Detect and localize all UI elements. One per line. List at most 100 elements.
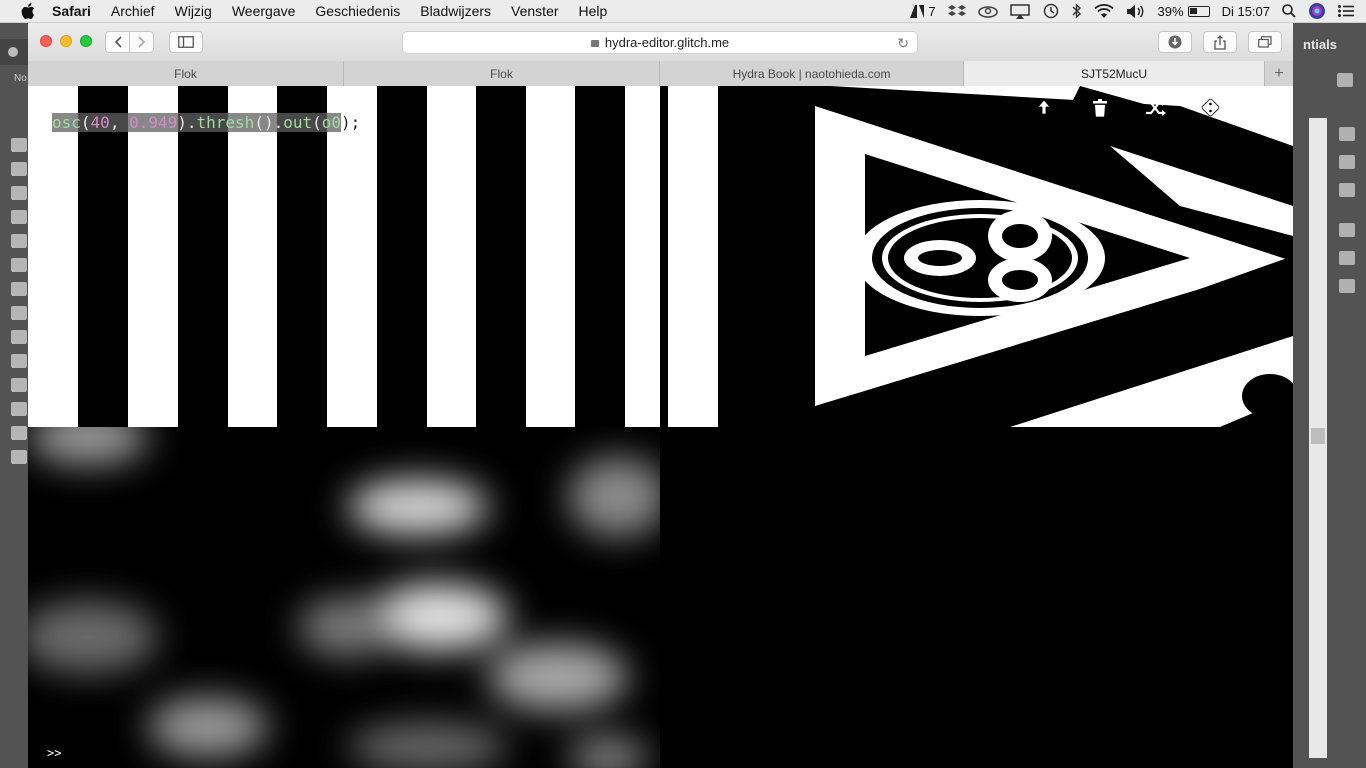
code-token: ); xyxy=(341,113,361,132)
magic-wand-tool-icon[interactable] xyxy=(11,162,27,176)
background-app-close-icon xyxy=(8,47,18,57)
blend-tool-icon[interactable] xyxy=(11,402,27,416)
line-tool-icon[interactable] xyxy=(11,210,27,224)
menu-wijzig[interactable]: Wijzig xyxy=(175,3,212,19)
volume-icon[interactable] xyxy=(1126,4,1146,19)
siri-icon[interactable] xyxy=(1308,2,1326,20)
menu-weergave[interactable]: Weergave xyxy=(232,3,296,19)
brushes-panel-icon[interactable] xyxy=(1339,155,1355,169)
warp-tool-icon[interactable] xyxy=(11,306,27,320)
tab-bar: Flok Flok Hydra Book | naotohieda.com SJ… xyxy=(28,61,1293,87)
menu-geschiedenis[interactable]: Geschiedenis xyxy=(315,3,400,19)
upload-icon[interactable] xyxy=(1033,98,1055,120)
new-tab-button[interactable]: + xyxy=(1265,61,1293,86)
fullscreen-window-button[interactable] xyxy=(80,35,92,47)
symbols-panel-icon[interactable] xyxy=(1339,183,1355,197)
time-machine-icon[interactable] xyxy=(1042,3,1060,19)
battery-status[interactable]: 39% xyxy=(1158,4,1210,19)
graph-tool-icon[interactable] xyxy=(11,354,27,368)
background-app-control-bar xyxy=(0,39,30,65)
output-o1-pattern xyxy=(660,86,1293,427)
code-token: , xyxy=(109,113,130,132)
downloads-button[interactable] xyxy=(1158,31,1192,53)
menu-safari[interactable]: Safari xyxy=(52,3,91,19)
menu-archief[interactable]: Archief xyxy=(111,3,155,19)
gradient-panel-icon[interactable] xyxy=(1339,251,1355,265)
apple-menu-icon[interactable] xyxy=(18,0,38,22)
menu-venster[interactable]: Venster xyxy=(511,3,558,19)
address-bar[interactable]: hydra-editor.glitch.me ↻ xyxy=(402,31,918,54)
clock[interactable]: Di 15:07 xyxy=(1222,4,1270,19)
hydra-canvas[interactable]: osc(40, 0.949).thresh().out(o0); >> xyxy=(28,86,1293,768)
hand-tool-icon[interactable] xyxy=(11,450,27,464)
background-app-toolbar: No xyxy=(0,23,30,768)
back-button[interactable] xyxy=(105,31,130,53)
airplay-icon[interactable] xyxy=(1009,3,1030,19)
brush-tool-icon[interactable] xyxy=(11,234,27,248)
reload-icon[interactable]: ↻ xyxy=(897,35,909,52)
sidebar-icon xyxy=(178,36,194,48)
eyedropper-tool-icon[interactable] xyxy=(11,378,27,392)
panel-menu-icon[interactable] xyxy=(1337,73,1353,87)
code-token: ( xyxy=(80,113,91,132)
code-token: 40 xyxy=(90,113,110,132)
console-prompt[interactable]: >> xyxy=(47,746,61,760)
code-token: osc xyxy=(52,113,81,132)
tab-flok-2[interactable]: Flok xyxy=(344,61,660,86)
chevron-right-icon xyxy=(137,36,145,48)
output-o3-empty xyxy=(660,427,1293,768)
output-o0-stripes xyxy=(28,86,660,427)
show-all-tabs-button[interactable] xyxy=(1248,31,1282,53)
background-app-tools xyxy=(0,128,27,464)
bluetooth-icon[interactable] xyxy=(1072,3,1082,19)
dropbox-icon[interactable] xyxy=(947,4,966,18)
menu-bladwijzers[interactable]: Bladwijzers xyxy=(420,3,491,19)
shape-builder-tool-icon[interactable] xyxy=(11,330,27,344)
trash-icon[interactable] xyxy=(1089,98,1111,120)
code-token: ( xyxy=(312,113,322,132)
workspace-switcher[interactable]: ntials xyxy=(1303,37,1337,52)
dice-icon[interactable] xyxy=(1201,98,1223,120)
code-token: out xyxy=(283,113,313,132)
tab-flok-1[interactable]: Flok xyxy=(28,61,344,86)
code-token: o0 xyxy=(321,113,342,132)
shuffle-icon[interactable] xyxy=(1145,98,1167,120)
menu-help[interactable]: Help xyxy=(579,3,608,19)
address-url: hydra-editor.glitch.me xyxy=(604,35,730,50)
spotlight-search-icon[interactable] xyxy=(1282,4,1296,18)
adobe-count: 7 xyxy=(928,3,936,19)
selection-tool-icon[interactable] xyxy=(11,138,27,152)
lock-icon xyxy=(590,40,599,47)
align-panel-icon[interactable] xyxy=(1339,223,1355,237)
notification-center-icon[interactable] xyxy=(1338,5,1354,17)
battery-icon xyxy=(1187,5,1210,17)
status-menu-area: 7 39% Di 15:07 xyxy=(910,0,1366,22)
tab-hydra-editor[interactable]: SJT52MucU xyxy=(964,61,1265,86)
creative-cloud-icon[interactable] xyxy=(977,4,998,18)
background-app-panels: ntials xyxy=(1293,23,1366,768)
appearance-panel-icon[interactable] xyxy=(1339,279,1355,293)
menu-bar: Safari Archief Wijzig Weergave Geschiede… xyxy=(0,0,1366,23)
minimize-window-button[interactable] xyxy=(60,35,72,47)
libraries-panel-icon[interactable] xyxy=(1339,127,1355,141)
output-o2-noise xyxy=(28,427,660,768)
scrollbar-thumb[interactable] xyxy=(1311,428,1325,444)
forward-button[interactable] xyxy=(129,31,154,53)
share-icon xyxy=(1214,34,1226,50)
code-token: (). xyxy=(254,113,284,132)
adobe-status[interactable]: 7 xyxy=(910,3,936,19)
tabs-overview-icon xyxy=(1258,36,1272,48)
wifi-icon[interactable] xyxy=(1093,3,1114,19)
code-token: 0.949 xyxy=(129,113,178,132)
code-editor-line[interactable]: osc(40, 0.949).thresh().out(o0); xyxy=(52,113,360,133)
hydra-toolbar xyxy=(1033,98,1223,120)
share-button[interactable] xyxy=(1203,31,1237,53)
rotate-tool-icon[interactable] xyxy=(11,282,27,296)
artboard-tool-icon[interactable] xyxy=(11,426,27,440)
tab-hydra-book[interactable]: Hydra Book | naotohieda.com xyxy=(660,61,964,86)
sidebar-toggle-button[interactable] xyxy=(169,31,203,53)
close-window-button[interactable] xyxy=(40,35,52,47)
code-token: thresh xyxy=(196,113,255,132)
pen-tool-icon[interactable] xyxy=(11,186,27,200)
eraser-tool-icon[interactable] xyxy=(11,258,27,272)
